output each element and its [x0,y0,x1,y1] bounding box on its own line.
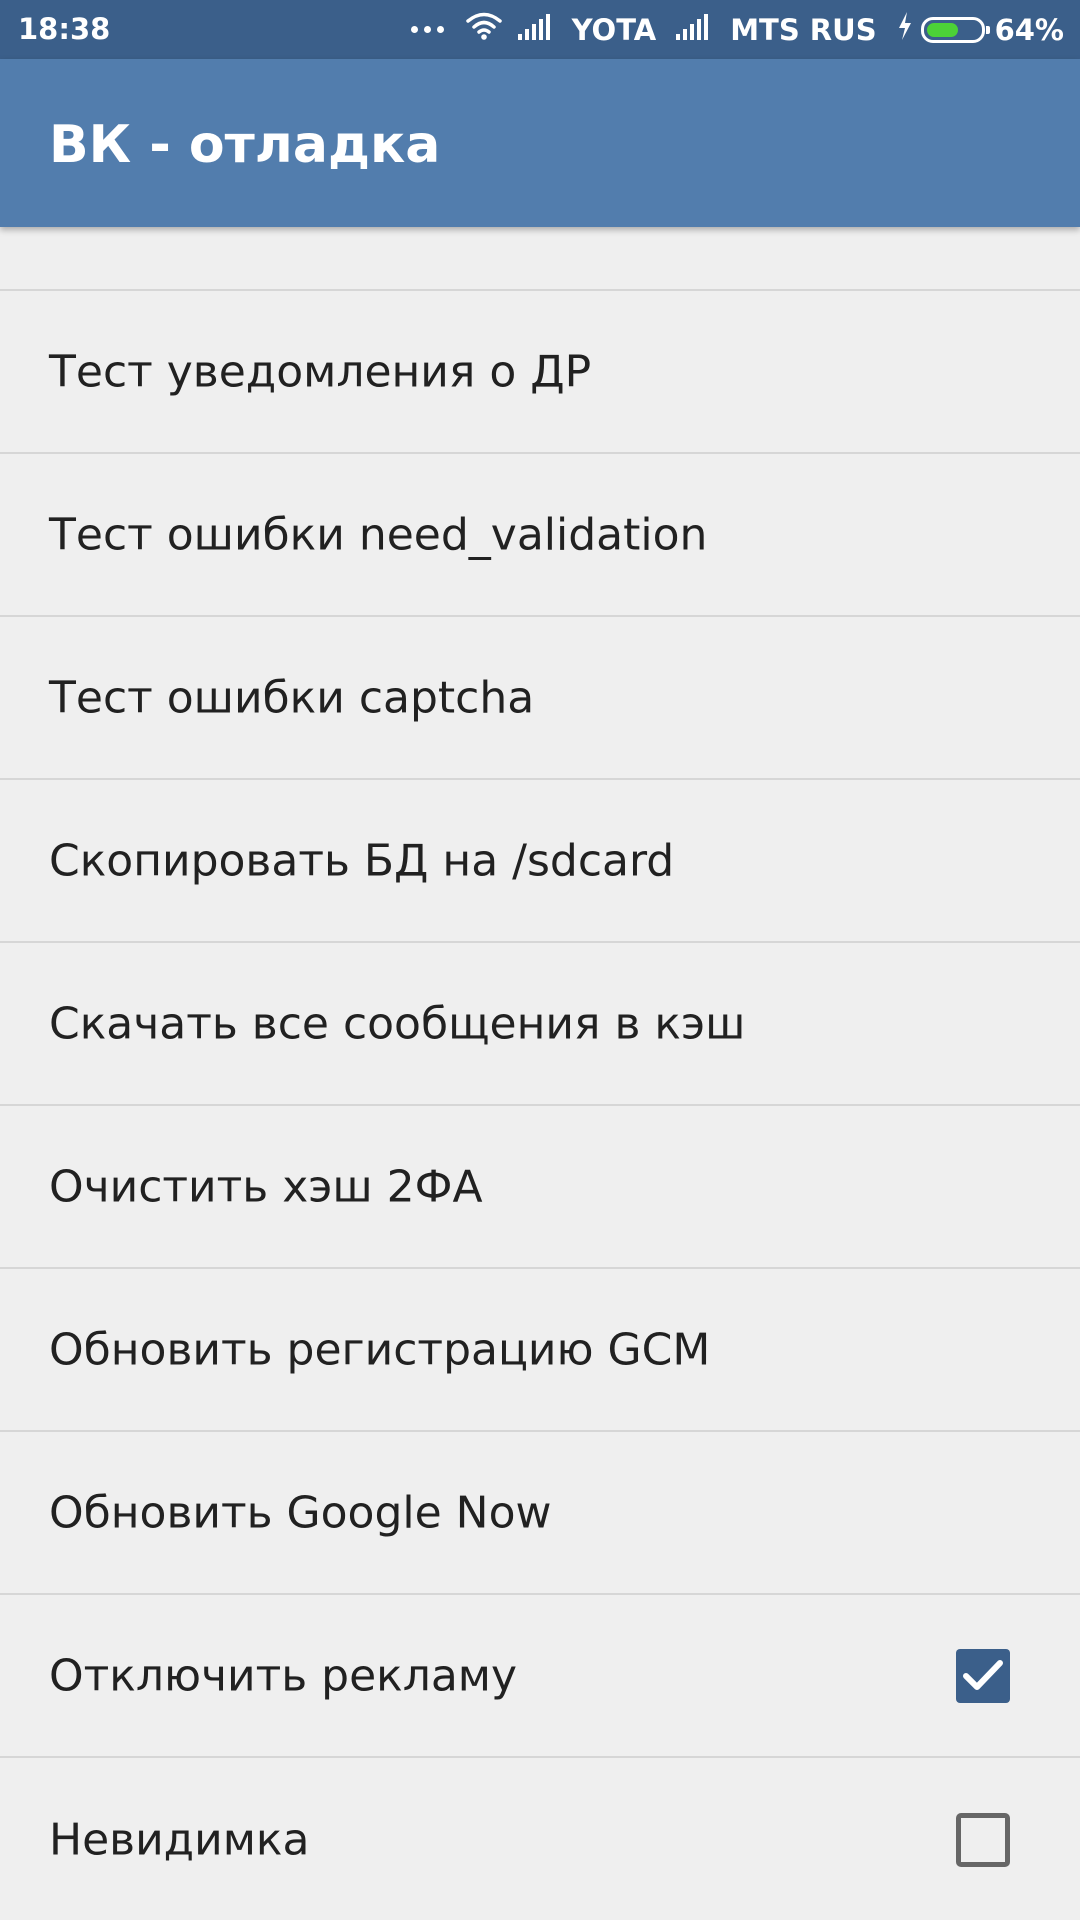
battery-icon [920,16,990,43]
wifi-icon [465,12,502,47]
list-item-label: Обновить регистрацию GCM [49,1324,711,1375]
disable-ads-checkbox[interactable] [956,1648,1010,1703]
carrier-2-label: MTS RUS [730,12,877,47]
invisible-checkbox[interactable] [956,1812,1010,1867]
settings-list[interactable]: Тест уведомления о ДР Тест ошибки need_v… [0,227,1080,1920]
list-item-label: Скопировать БД на /sdcard [49,835,675,886]
list-item[interactable]: Тест ошибки need_validation [0,454,1080,617]
list-item-label: Очистить хэш 2ФА [49,1161,483,1212]
signal-icon [517,13,556,47]
list-item[interactable]: Скачать все сообщения в кэш [0,943,1080,1106]
list-item-partial[interactable] [0,227,1080,291]
page-title: ВК - отладка [49,115,441,175]
battery-percent: 64% [994,12,1064,47]
battery-tip [985,25,990,34]
carrier-1-label: YOTA [571,12,657,47]
list-item-invisible[interactable]: Невидимка [0,1758,1080,1920]
list-item-disable-ads[interactable]: Отключить рекламу [0,1595,1080,1758]
list-item-label: Тест ошибки captcha [49,672,535,723]
charging-bolt-icon [897,12,913,47]
list-item-label: Тест уведомления о ДР [49,346,592,397]
app-bar: ВК - отладка [0,59,1080,227]
list-item[interactable]: Обновить регистрацию GCM [0,1269,1080,1432]
list-item-label: Невидимка [49,1814,310,1865]
more-dots-icon [410,26,444,33]
battery-fill [926,22,958,37]
list-item[interactable]: Обновить Google Now [0,1432,1080,1595]
list-item-label: Тест ошибки need_validation [49,509,708,560]
list-item-label: Обновить Google Now [49,1487,552,1538]
signal-icon [676,13,714,47]
status-icons: YOTA MTS RUS 64% [410,0,1064,59]
status-time: 18:38 [18,12,111,46]
status-bar: 18:38 YOTA MTS RUS 64% [0,0,1080,59]
list-item[interactable]: Очистить хэш 2ФА [0,1106,1080,1269]
list-item-label: Скачать все сообщения в кэш [49,998,746,1049]
list-item[interactable]: Тест уведомления о ДР [0,291,1080,454]
checkmark-icon [963,1659,1003,1690]
list-item[interactable]: Скопировать БД на /sdcard [0,780,1080,943]
list-item-label: Отключить рекламу [49,1650,518,1701]
list-item[interactable]: Тест ошибки captcha [0,617,1080,780]
